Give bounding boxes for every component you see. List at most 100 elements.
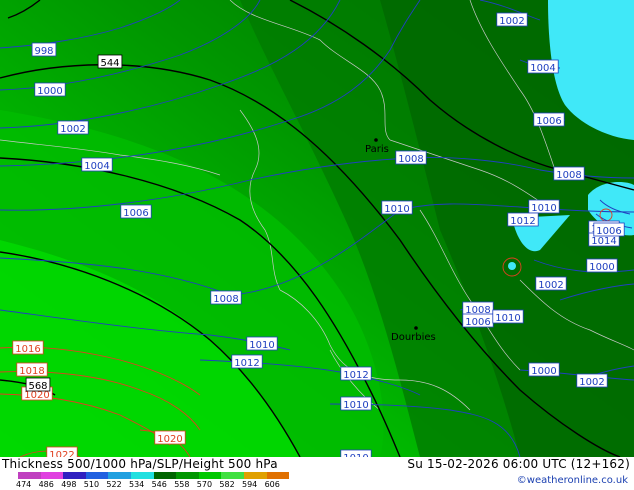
label-text: 1008 bbox=[556, 170, 581, 181]
legend-swatch bbox=[221, 472, 244, 479]
label-text: 1002 bbox=[538, 280, 563, 291]
legend-tick: 534 bbox=[129, 480, 145, 489]
cold-air-dot bbox=[508, 262, 516, 270]
map-title: Thickness 500/1000 hPa/SLP/Height 500 hP… bbox=[2, 457, 278, 471]
label-text: 998 bbox=[34, 46, 53, 57]
legend-swatch bbox=[130, 472, 154, 479]
credit-link[interactable]: ©weatheronline.co.uk bbox=[517, 475, 628, 486]
isobar-label: 1010 bbox=[340, 449, 372, 457]
legend-swatch bbox=[153, 472, 177, 479]
label-text: 1010 bbox=[249, 340, 274, 351]
isobar-label: 1010 bbox=[381, 200, 413, 215]
legend-swatch bbox=[108, 472, 131, 479]
isobar-label: 1002 bbox=[576, 373, 608, 388]
label-text: 1006 bbox=[465, 317, 490, 328]
label-text: 1016 bbox=[15, 344, 40, 355]
label-text: 1018 bbox=[19, 366, 44, 377]
footer: Thickness 500/1000 hPa/SLP/Height 500 hP… bbox=[0, 457, 634, 490]
isobar-label: 1010 bbox=[246, 336, 278, 351]
legend-tick: 486 bbox=[38, 480, 54, 489]
label-text: 1012 bbox=[510, 216, 535, 227]
label-text: 1012 bbox=[234, 358, 259, 369]
label-text: 1010 bbox=[531, 203, 556, 214]
city-marker bbox=[374, 138, 378, 142]
isobar-label: 1002 bbox=[496, 12, 528, 27]
isobar-label: 1000 bbox=[586, 258, 618, 273]
label-text: 1004 bbox=[84, 161, 109, 172]
legend-color-bar bbox=[18, 472, 290, 479]
legend-tick: 594 bbox=[242, 480, 258, 489]
label-text: 1010 bbox=[495, 313, 520, 324]
label-text: 1006 bbox=[596, 226, 621, 237]
isobar-label: 1004 bbox=[81, 157, 113, 172]
weather-map: Paris Dourbies 998 1000 1002 1004 1006 1008 10… bbox=[0, 0, 634, 457]
label-text: 1002 bbox=[499, 16, 524, 27]
isobar-label: 1012 bbox=[507, 212, 539, 227]
high-isobar-label: 1022 bbox=[46, 446, 78, 457]
city-marker bbox=[414, 326, 418, 330]
label-text: 1008 bbox=[213, 294, 238, 305]
isobar-label: 1002 bbox=[535, 276, 567, 291]
high-isobar-label: 1018 bbox=[16, 362, 48, 377]
label-text: 1004 bbox=[530, 63, 555, 74]
height-label: 544 bbox=[97, 54, 123, 69]
isobar-label: 1008 bbox=[210, 290, 242, 305]
city-label-paris: Paris bbox=[365, 144, 389, 155]
legend-tick: 582 bbox=[219, 480, 235, 489]
legend-ticks: 474 486 498 510 522 534 546 558 570 582 594 606 bbox=[16, 480, 318, 490]
legend-tick: 498 bbox=[61, 480, 77, 489]
legend-swatch bbox=[176, 472, 199, 479]
isobar-label: 1000 bbox=[34, 82, 66, 97]
legend-swatch bbox=[243, 472, 267, 479]
legend-tick: 522 bbox=[106, 480, 122, 489]
legend-tick: 474 bbox=[16, 480, 32, 489]
isobar-label: 1010 bbox=[340, 396, 372, 411]
isobar-label: 1006 bbox=[120, 204, 152, 219]
isobar-label: 998 bbox=[31, 42, 57, 57]
legend-swatch bbox=[40, 472, 64, 479]
label-text: 1000 bbox=[37, 86, 62, 97]
isobar-label: 1004 bbox=[527, 59, 559, 74]
isobar-label: 1010 bbox=[528, 199, 560, 214]
isobar-label: 1008 bbox=[553, 166, 585, 181]
legend-swatch bbox=[266, 472, 290, 479]
isobar-label: 1012 bbox=[231, 354, 263, 369]
high-isobar-label: 1016 bbox=[12, 340, 44, 355]
label-text: 1002 bbox=[60, 124, 85, 135]
weather-map-screen: Paris Dourbies 998 1000 1002 1004 1006 1008 10… bbox=[0, 0, 634, 490]
label-text: 1002 bbox=[579, 377, 604, 388]
isobar-label: 1006 bbox=[593, 222, 625, 237]
label-text: 1006 bbox=[123, 208, 148, 219]
label-text: 1014 bbox=[591, 236, 616, 247]
isobar-label: 1012 bbox=[340, 366, 372, 381]
legend-tick: 558 bbox=[174, 480, 190, 489]
legend-swatch bbox=[63, 472, 86, 479]
isobar-label: 1010 bbox=[492, 309, 524, 324]
isobar-label: 1000 bbox=[528, 362, 560, 377]
label-text: 568 bbox=[28, 381, 47, 392]
label-text: 544 bbox=[100, 58, 119, 69]
isobar-label: 1006 bbox=[462, 313, 494, 328]
legend-tick: 570 bbox=[196, 480, 213, 489]
legend-swatch bbox=[198, 472, 222, 479]
legend-swatch bbox=[85, 472, 109, 479]
legend-swatch bbox=[18, 472, 41, 479]
legend-tick: 546 bbox=[151, 480, 167, 489]
height-label: 568 bbox=[25, 377, 51, 392]
isobar-label: 1006 bbox=[533, 112, 565, 127]
label-text: 1000 bbox=[589, 262, 614, 273]
isobar-label: 1008 bbox=[395, 150, 427, 165]
legend-tick: 606 bbox=[264, 480, 280, 489]
label-text: 1020 bbox=[157, 434, 182, 445]
label-text: 1000 bbox=[531, 366, 556, 377]
city-label-dourbies: Dourbies bbox=[391, 332, 436, 343]
valid-datetime: Su 15-02-2026 06:00 UTC (12+162) bbox=[407, 457, 630, 471]
label-text: 1010 bbox=[384, 204, 409, 215]
high-isobar-label: 1020 bbox=[154, 430, 186, 445]
label-text: 1022 bbox=[49, 450, 74, 457]
label-text: 1012 bbox=[343, 370, 368, 381]
label-text: 1006 bbox=[536, 116, 561, 127]
label-text: 1010 bbox=[343, 400, 368, 411]
isobar-label: 1002 bbox=[57, 120, 89, 135]
legend-tick: 510 bbox=[83, 480, 100, 489]
